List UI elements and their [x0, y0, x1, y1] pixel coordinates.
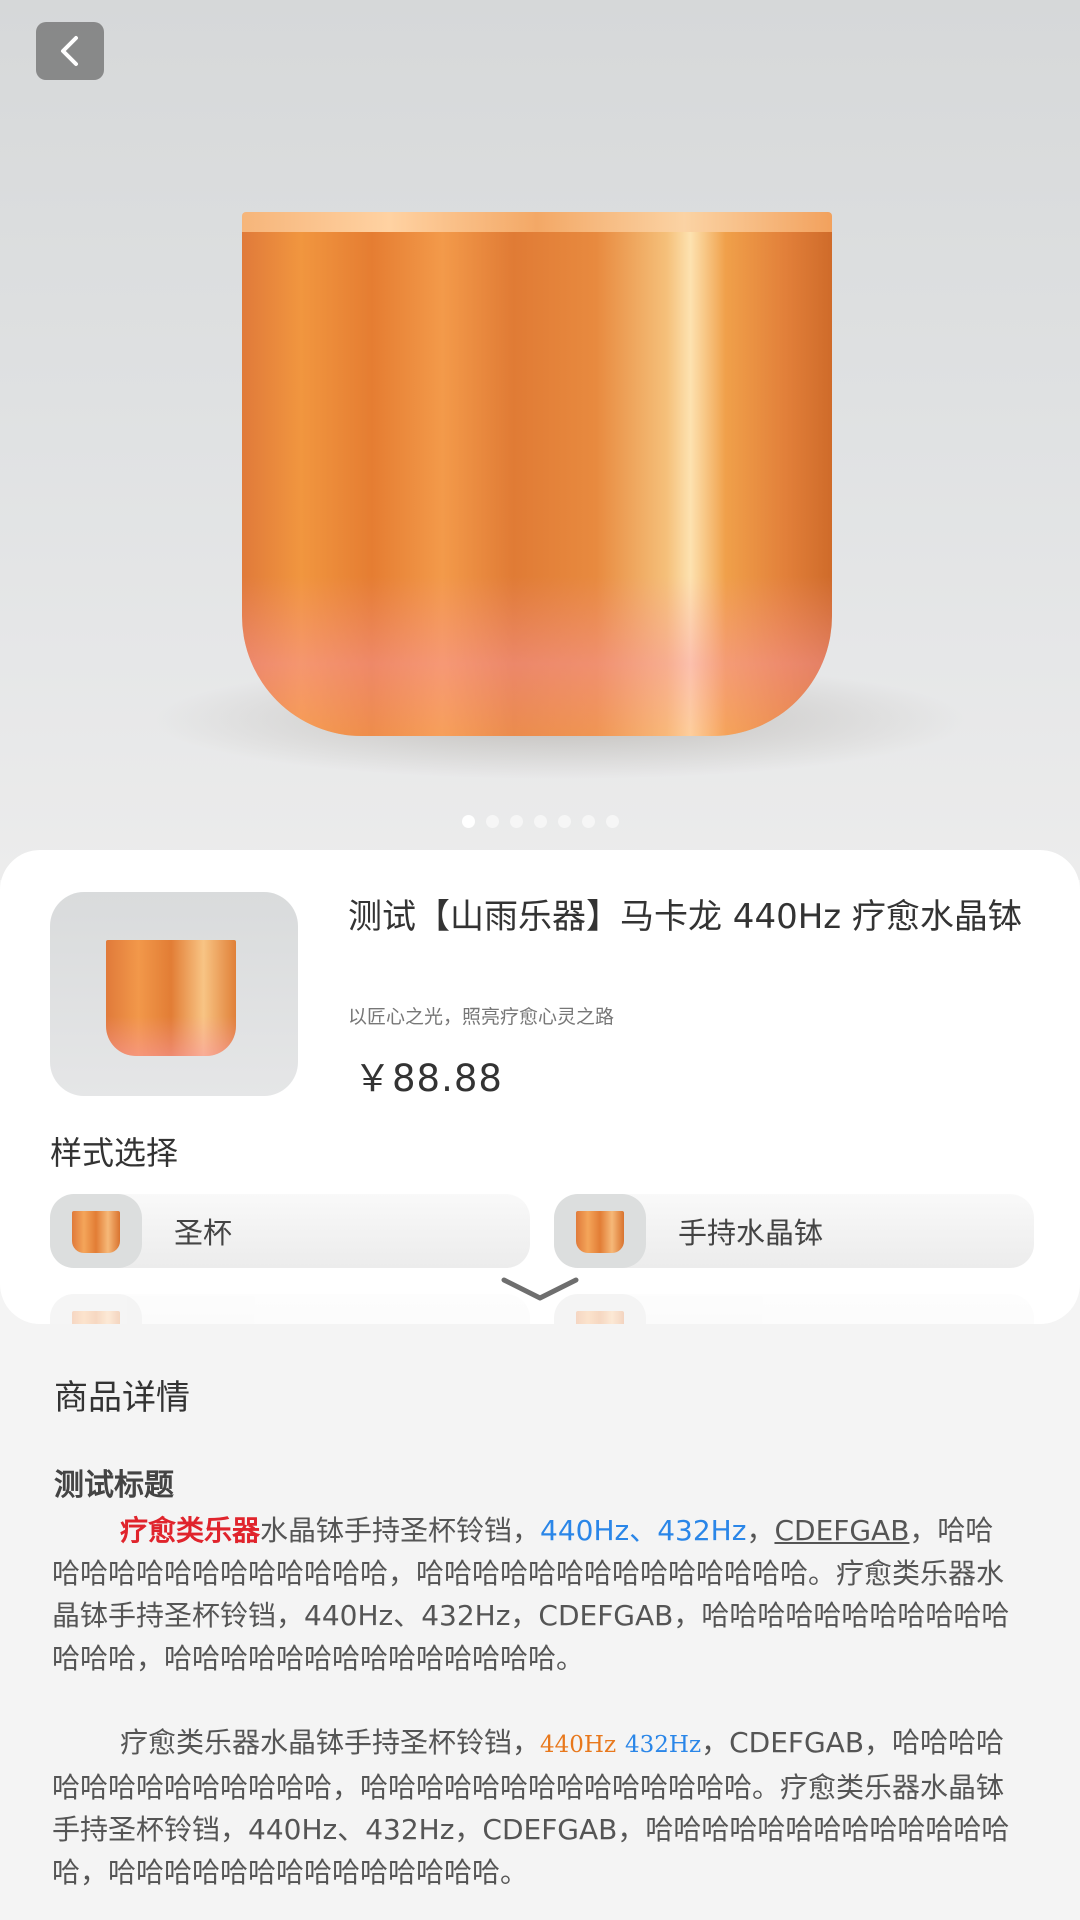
- style-option-hidden: [554, 1294, 1034, 1324]
- carousel-dot[interactable]: [485, 815, 499, 828]
- back-button[interactable]: [36, 22, 104, 80]
- detail-title: 测试标题: [54, 1468, 174, 1503]
- crystal-bowl-image: [242, 212, 832, 736]
- underline-text: CDEFGAB: [774, 1514, 910, 1547]
- carousel-dot[interactable]: [533, 815, 547, 828]
- product-price: ￥88.88: [354, 1057, 503, 1100]
- carousel-dot[interactable]: [557, 815, 571, 828]
- carousel-dot[interactable]: [581, 815, 595, 828]
- carousel-indicator: [0, 815, 1080, 828]
- frequency-text: 440Hz: [540, 1732, 617, 1758]
- frequency-text: 440Hz、432Hz: [540, 1514, 747, 1547]
- detail-paragraph: 疗愈类乐器水晶钵手持圣杯铃铛，440Hz 432Hz，CDEFGAB，哈哈哈哈哈…: [52, 1722, 1012, 1894]
- product-image-carousel[interactable]: [0, 0, 1080, 880]
- paragraph-text: ，: [746, 1514, 775, 1547]
- details-heading: 商品详情: [54, 1378, 190, 1418]
- style-heading: 样式选择: [50, 1134, 179, 1172]
- product-title: 测试【山雨乐器】马卡龙 440Hz 疗愈水晶钵: [348, 897, 1022, 937]
- option-label: 圣杯: [174, 1216, 233, 1250]
- frequency-text: 432Hz: [625, 1732, 702, 1758]
- product-thumbnail[interactable]: [50, 892, 298, 1096]
- option-thumbnail: [554, 1194, 646, 1268]
- style-option-grail[interactable]: 圣杯: [50, 1194, 530, 1268]
- product-subtitle: 以匠心之光，照亮疗愈心灵之路: [348, 1006, 615, 1028]
- product-card: 测试【山雨乐器】马卡龙 440Hz 疗愈水晶钵 以匠心之光，照亮疗愈心灵之路 ￥…: [0, 850, 1080, 1324]
- carousel-dot[interactable]: [605, 815, 619, 828]
- chevron-down-icon[interactable]: [500, 1276, 580, 1304]
- paragraph-text: 水晶钵手持圣杯铃铛，: [260, 1514, 541, 1547]
- highlight-text: 疗愈类乐器: [120, 1514, 261, 1547]
- option-label: 手持水晶钵: [678, 1216, 824, 1250]
- option-thumbnail: [50, 1294, 142, 1324]
- thumbnail-bowl: [106, 940, 236, 1056]
- option-thumbnail: [50, 1194, 142, 1268]
- chevron-left-icon: [61, 36, 78, 66]
- paragraph-text: 疗愈类乐器水晶钵手持圣杯铃铛，: [120, 1726, 541, 1759]
- style-option-handheld-bowl[interactable]: 手持水晶钵: [554, 1194, 1034, 1268]
- carousel-dot[interactable]: [509, 815, 523, 828]
- carousel-dot[interactable]: [461, 815, 475, 828]
- style-option-hidden: [50, 1294, 530, 1324]
- detail-paragraph: 疗愈类乐器水晶钵手持圣杯铃铛，440Hz、432Hz，CDEFGAB，哈哈哈哈哈…: [52, 1510, 1012, 1680]
